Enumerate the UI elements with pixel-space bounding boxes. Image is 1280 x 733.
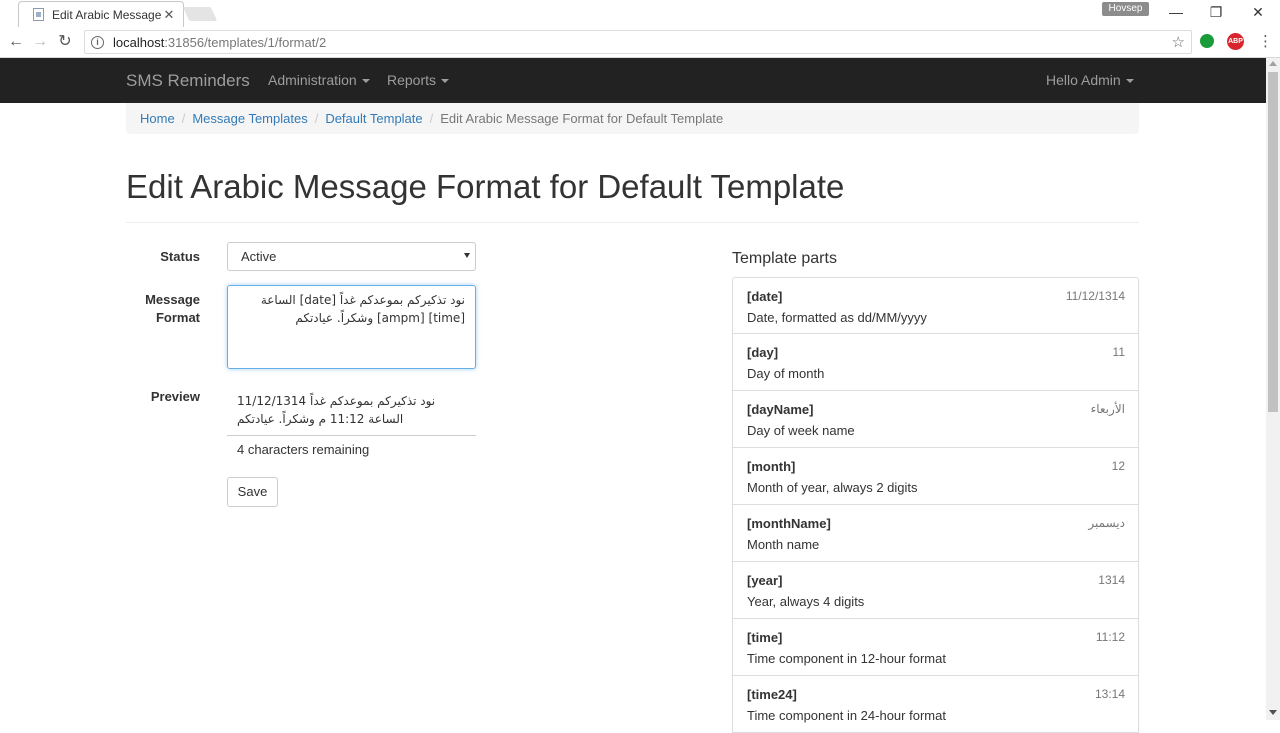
preview-divider	[227, 435, 476, 436]
template-part-description: Date, formatted as dd/MM/yyyy	[747, 310, 927, 325]
template-part-example: 12	[1111, 459, 1125, 473]
template-part-name: [year]	[747, 573, 783, 588]
tab-close-icon[interactable]: ✕	[161, 7, 177, 23]
browser-toolbar: ← → ↻ i localhost:31856/templates/1/form…	[0, 27, 1280, 58]
caret-down-icon	[1125, 79, 1134, 84]
template-part-name: [date]	[747, 289, 783, 304]
message-format-textarea[interactable]: نود تذكيركم بموعدكم غداً [date] الساعة […	[227, 285, 476, 369]
status-label: Status	[160, 249, 200, 264]
template-part-example: ديسمبر	[1088, 516, 1125, 530]
save-button[interactable]: Save	[227, 477, 278, 507]
template-part-description: Time component in 12-hour format	[747, 651, 946, 666]
navbar-brand[interactable]: SMS Reminders	[126, 71, 250, 91]
browser-tab-active[interactable]: Edit Arabic Message For ✕	[18, 1, 184, 27]
template-part-example: 11	[1112, 345, 1125, 359]
template-part-item[interactable]: [monthName] ديسمبر Month name	[732, 505, 1139, 562]
browser-menu-icon[interactable]: ⋮	[1258, 32, 1273, 50]
breadcrumb-home-link[interactable]: Home	[140, 111, 175, 126]
template-part-example: 11:12	[1095, 630, 1125, 644]
page-title: Edit Arabic Message Format for Default T…	[126, 168, 845, 205]
template-part-name: [day]	[747, 345, 779, 360]
nav-user-dropdown[interactable]: Hello Admin	[1046, 72, 1134, 88]
template-part-description: Time component in 24-hour format	[747, 708, 946, 723]
breadcrumb: Home / Message Templates / Default Templ…	[126, 103, 1139, 134]
adblock-plus-icon[interactable]: ABP	[1227, 33, 1244, 50]
status-select[interactable]: Active	[227, 242, 476, 271]
window-minimize-icon[interactable]: —	[1166, 4, 1186, 20]
template-part-item[interactable]: [time24] 13:14 Time component in 24-hour…	[732, 676, 1139, 733]
nav-administration-dropdown[interactable]: Administration	[268, 72, 370, 88]
scrollbar-thumb[interactable]	[1268, 72, 1278, 412]
characters-remaining: 4 characters remaining	[237, 442, 370, 457]
template-part-item[interactable]: [year] 1314 Year, always 4 digits	[732, 562, 1139, 619]
template-part-example: 13:14	[1094, 687, 1125, 701]
breadcrumb-current: Edit Arabic Message Format for Default T…	[440, 111, 724, 126]
template-part-name: [time]	[747, 630, 783, 645]
caret-down-icon	[361, 79, 370, 84]
extension-green-icon[interactable]	[1200, 34, 1214, 48]
reload-icon[interactable]: ↻	[55, 32, 75, 52]
caret-down-icon	[441, 79, 450, 84]
template-part-description: Year, always 4 digits	[747, 594, 865, 609]
template-part-example: 11/12/1314	[1065, 289, 1125, 303]
site-info-icon[interactable]: i	[91, 35, 104, 49]
preview-label: Preview	[150, 389, 200, 404]
template-part-item[interactable]: [day] 11 Day of month	[732, 334, 1139, 391]
breadcrumb-separator: /	[429, 111, 434, 126]
template-parts-title: Template parts	[732, 250, 837, 267]
new-tab-button[interactable]	[182, 7, 218, 21]
tab-title: Edit Arabic Message For	[52, 7, 161, 22]
title-divider	[126, 222, 1139, 223]
url-host: localhost	[113, 34, 165, 50]
page-scrollbar[interactable]	[1266, 58, 1280, 720]
browser-tabbar: Edit Arabic Message For ✕ Hovsep — ❐ ✕	[0, 0, 1280, 27]
breadcrumb-message-templates-link[interactable]: Message Templates	[192, 111, 307, 126]
template-part-item[interactable]: [dayName] الأربعاء Day of week name	[732, 391, 1139, 448]
template-part-item[interactable]: [month] 12 Month of year, always 2 digit…	[732, 448, 1139, 505]
address-bar[interactable]: i localhost:31856/templates/1/format/2 ☆	[84, 30, 1192, 54]
window-restore-icon[interactable]: ❐	[1206, 4, 1226, 21]
window-close-icon[interactable]: ✕	[1248, 4, 1268, 21]
nav-user-label: Hello Admin	[1046, 72, 1121, 88]
forward-arrow-icon[interactable]: →	[30, 32, 50, 52]
template-part-example: الأربعاء	[1090, 402, 1125, 416]
template-part-name: [monthName]	[747, 516, 831, 531]
nav-reports-label: Reports	[387, 72, 437, 88]
app-navbar: SMS Reminders Administration Reports Hel…	[0, 58, 1266, 103]
profile-badge[interactable]: Hovsep	[1102, 2, 1149, 16]
message-format-label: Message Format	[126, 291, 200, 327]
template-part-description: Month name	[747, 537, 820, 552]
template-part-description: Day of week name	[747, 423, 855, 438]
template-part-name: [time24]	[747, 687, 797, 702]
message-format-label-line2: Format	[155, 310, 200, 325]
status-select-value: Active	[241, 249, 277, 264]
template-part-item[interactable]: [date] 11/12/1314 Date, formatted as dd/…	[732, 277, 1139, 334]
template-part-name: [month]	[747, 459, 796, 474]
breadcrumb-separator: /	[314, 111, 319, 126]
template-part-name: [dayName]	[747, 402, 814, 417]
bookmark-star-icon[interactable]: ☆	[1172, 33, 1185, 51]
nav-reports-dropdown[interactable]: Reports	[387, 72, 450, 88]
scroll-down-arrow-icon[interactable]	[1269, 710, 1277, 715]
nav-administration-label: Administration	[268, 72, 357, 88]
template-part-description: Day of month	[747, 366, 825, 381]
template-part-item[interactable]: [time] 11:12 Time component in 12-hour f…	[732, 619, 1139, 676]
message-format-label-line1: Message	[145, 292, 200, 307]
message-preview: نود تذكيركم بموعدكم غداً 11/12/1314 السا…	[237, 394, 436, 426]
breadcrumb-separator: /	[181, 111, 186, 126]
breadcrumb-default-template-link[interactable]: Default Template	[325, 111, 422, 126]
page-favicon-icon	[33, 8, 44, 21]
template-part-example: 1314	[1098, 573, 1125, 587]
url-path: :31856/templates/1/format/2	[164, 34, 327, 50]
template-parts-list: [date] 11/12/1314 Date, formatted as dd/…	[732, 277, 1139, 733]
scroll-up-arrow-icon[interactable]	[1269, 61, 1277, 66]
select-arrow-icon	[464, 253, 470, 258]
back-arrow-icon[interactable]: ←	[6, 32, 26, 52]
template-part-description: Month of year, always 2 digits	[747, 480, 918, 495]
